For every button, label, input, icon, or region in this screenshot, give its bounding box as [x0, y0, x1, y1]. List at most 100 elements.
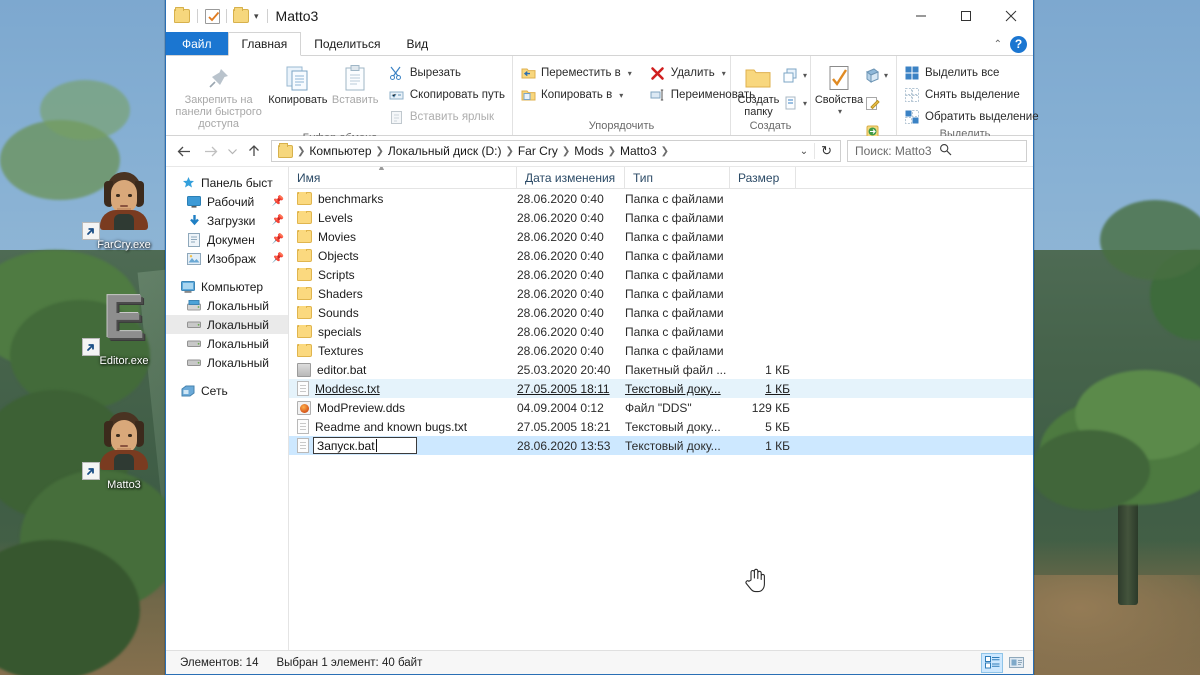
- copy-button[interactable]: Копировать: [266, 60, 329, 108]
- breadcrumb-item-matto3[interactable]: Matto3: [617, 141, 660, 161]
- file-name-cell[interactable]: Shaders: [289, 286, 517, 301]
- sidebar-item-desktop[interactable]: Рабочий 📌: [166, 192, 288, 211]
- sidebar-item-local-disk-d[interactable]: Локальный: [166, 315, 288, 334]
- address-right-controls[interactable]: ⌄ ↻: [794, 143, 838, 159]
- table-row[interactable]: Movies 28.06.2020 0:40 Папка с файлами: [289, 227, 1033, 246]
- table-row[interactable]: Moddesc.txt 27.05.2005 18:11 Текстовый д…: [289, 379, 1033, 398]
- forward-button[interactable]: [198, 139, 222, 163]
- breadcrumb-separator[interactable]: ❯: [561, 146, 571, 157]
- sidebar-item-network[interactable]: Сеть: [166, 381, 288, 400]
- search-box[interactable]: Поиск: Matto3: [847, 140, 1027, 162]
- rename-input[interactable]: Запуск.bat: [313, 437, 417, 454]
- sidebar-item-pictures[interactable]: Изображ 📌: [166, 249, 288, 268]
- window-controls[interactable]: [898, 0, 1033, 32]
- details-view-icon[interactable]: [981, 652, 1003, 673]
- recent-locations-button[interactable]: [224, 139, 240, 163]
- sidebar-item-local-disk-f[interactable]: Локальный: [166, 353, 288, 372]
- file-name-cell[interactable]: Sounds: [289, 305, 517, 320]
- table-row[interactable]: specials 28.06.2020 0:40 Папка с файлами: [289, 322, 1033, 341]
- breadcrumb-separator[interactable]: ❯: [607, 146, 617, 157]
- chevron-down-icon[interactable]: ▾: [803, 71, 807, 80]
- file-name-cell[interactable]: specials: [289, 324, 517, 339]
- file-name-cell[interactable]: Movies: [289, 229, 517, 244]
- large-icons-view-icon[interactable]: [1005, 653, 1027, 673]
- tab-file[interactable]: Файл: [166, 32, 228, 55]
- table-row[interactable]: Scripts 28.06.2020 0:40 Папка с файлами: [289, 265, 1033, 284]
- help-button[interactable]: ?: [1010, 35, 1027, 53]
- easy-access-button[interactable]: ▾: [783, 90, 807, 116]
- quick-access-toolbar[interactable]: ▾: [174, 7, 272, 24]
- table-row[interactable]: Textures 28.06.2020 0:40 Папка с файлами: [289, 341, 1033, 360]
- up-button[interactable]: [242, 139, 266, 163]
- paste-shortcut-button[interactable]: Вставить ярлык: [385, 106, 509, 128]
- table-row[interactable]: ModPreview.dds 04.09.2004 0:12 Файл "DDS…: [289, 398, 1033, 417]
- pin-icon[interactable]: 📌: [272, 196, 288, 207]
- copy-path-button[interactable]: Скопировать путь: [385, 84, 509, 106]
- chevron-up-icon[interactable]: ⌃: [994, 39, 1002, 50]
- search-icon[interactable]: [939, 143, 1023, 159]
- tab-share[interactable]: Поделиться: [301, 32, 393, 55]
- file-name-cell[interactable]: Textures: [289, 343, 517, 358]
- cut-button[interactable]: Вырезать: [385, 62, 509, 84]
- table-row[interactable]: Запуск.bat 28.06.2020 13:53 Текстовый до…: [289, 436, 1033, 455]
- breadcrumb-separator[interactable]: ❯: [375, 146, 385, 157]
- chevron-down-icon[interactable]: ⌄: [794, 146, 814, 157]
- sidebar-item-computer[interactable]: Компьютер: [166, 277, 288, 296]
- select-all-button[interactable]: Выделить все: [900, 62, 1043, 84]
- edit-button[interactable]: [864, 90, 888, 116]
- search-input[interactable]: Поиск: Matto3: [855, 144, 939, 158]
- file-name-cell[interactable]: Запуск.bat: [289, 437, 517, 454]
- chevron-down-icon[interactable]: ▾: [722, 69, 726, 78]
- pin-icon[interactable]: 📌: [272, 234, 288, 245]
- chevron-down-icon[interactable]: ▾: [254, 11, 259, 22]
- desktop-icon-matto3[interactable]: Matto3: [76, 408, 172, 492]
- column-header-name[interactable]: Имя ▲: [289, 167, 517, 188]
- paste-button[interactable]: Вставить: [329, 60, 380, 108]
- new-item-button[interactable]: ▾: [783, 62, 807, 88]
- table-row[interactable]: Shaders 28.06.2020 0:40 Папка с файлами: [289, 284, 1033, 303]
- table-row[interactable]: editor.bat 25.03.2020 20:40 Пакетный фай…: [289, 360, 1033, 379]
- chevron-down-icon[interactable]: ▾: [838, 106, 842, 118]
- back-button[interactable]: [172, 139, 196, 163]
- copy-to-button[interactable]: Копировать в ▾: [516, 84, 636, 106]
- pin-icon[interactable]: 📌: [272, 215, 288, 226]
- chevron-down-icon[interactable]: ▾: [619, 91, 623, 100]
- folder-icon[interactable]: [233, 7, 249, 23]
- ribbon[interactable]: Закрепить на панели быстрого доступа Коп…: [166, 56, 1039, 156]
- table-row[interactable]: Readme and known bugs.txt 27.05.2005 18:…: [289, 417, 1033, 436]
- sidebar-item-documents[interactable]: Докумен 📌: [166, 230, 288, 249]
- chevron-down-icon[interactable]: ▾: [628, 69, 632, 78]
- ribbon-tab-strip[interactable]: Файл Главная Поделиться Вид ⌃ ?: [166, 32, 1033, 56]
- folder-icon[interactable]: [174, 7, 190, 23]
- breadcrumb-separator[interactable]: ❯: [660, 146, 670, 157]
- title-bar[interactable]: ▾ Matto3: [166, 0, 1033, 32]
- column-header-size[interactable]: Размер: [730, 167, 796, 188]
- breadcrumb-item-drive[interactable]: Локальный диск (D:): [385, 141, 505, 161]
- open-with-button[interactable]: ▾: [864, 62, 888, 88]
- sidebar-item-local-disk-e[interactable]: Локальный: [166, 334, 288, 353]
- tab-view[interactable]: Вид: [393, 32, 441, 55]
- breadcrumb-item-computer[interactable]: Компьютер: [306, 141, 374, 161]
- refresh-icon[interactable]: ↻: [814, 143, 838, 159]
- select-none-button[interactable]: Снять выделение: [900, 84, 1043, 106]
- table-row[interactable]: benchmarks 28.06.2020 0:40 Папка с файла…: [289, 189, 1033, 208]
- column-header-date[interactable]: Дата изменения: [517, 167, 625, 188]
- file-name-cell[interactable]: Moddesc.txt: [289, 381, 517, 396]
- breadcrumb-separator[interactable]: ❯: [504, 146, 514, 157]
- new-folder-button[interactable]: Создать папку: [734, 60, 783, 120]
- pin-to-quick-access-button[interactable]: Закрепить на панели быстрого доступа: [171, 60, 266, 132]
- desktop-icon-farcry[interactable]: FarCry.exe: [76, 168, 172, 252]
- sidebar-item-downloads[interactable]: Загрузки 📌: [166, 211, 288, 230]
- breadcrumb-item-farcry[interactable]: Far Cry: [515, 141, 561, 161]
- invert-selection-button[interactable]: Обратить выделение: [900, 106, 1043, 128]
- desktop-icon-editor[interactable]: E Editor.exe: [76, 287, 172, 368]
- view-mode-buttons[interactable]: [981, 652, 1027, 673]
- pin-icon[interactable]: 📌: [272, 253, 288, 264]
- file-list-pane[interactable]: Имя ▲ Дата изменения Тип Размер benchmar…: [288, 167, 1033, 650]
- file-name-cell[interactable]: Objects: [289, 248, 517, 263]
- table-row[interactable]: Sounds 28.06.2020 0:40 Папка с файлами: [289, 303, 1033, 322]
- properties-button[interactable]: Свойства ▾: [814, 60, 864, 120]
- address-breadcrumb-bar[interactable]: ❯ Компьютер ❯ Локальный диск (D:) ❯ Far …: [271, 140, 841, 162]
- file-rows[interactable]: benchmarks 28.06.2020 0:40 Папка с файла…: [289, 189, 1033, 650]
- file-name-cell[interactable]: Readme and known bugs.txt: [289, 419, 517, 434]
